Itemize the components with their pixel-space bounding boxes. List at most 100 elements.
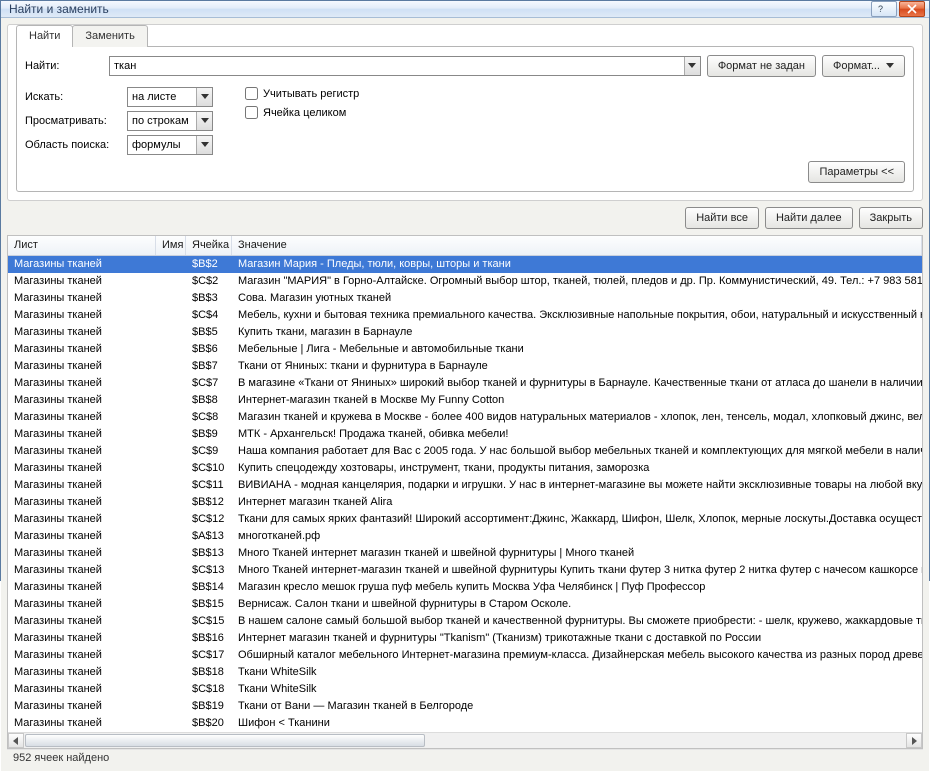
tab-replace[interactable]: Заменить — [72, 25, 147, 47]
table-row[interactable]: Магазины тканей$C$13Много Тканей интерне… — [8, 562, 922, 579]
status-bar: 952 ячеек найдено — [7, 749, 923, 767]
col-header-value[interactable]: Значение — [232, 236, 922, 255]
table-row[interactable]: Магазины тканей$C$18Ткани WhiteSilk — [8, 681, 922, 698]
cell-cell: $C$11 — [186, 477, 232, 494]
cell-value: Ткани от Вани — Магазин тканей в Белгоро… — [232, 698, 922, 715]
cell-sheet: Магазины тканей — [8, 273, 156, 290]
window-help-button[interactable]: ? — [871, 1, 897, 17]
window-close-button[interactable] — [899, 1, 925, 17]
cell-value: Сова. Магазин уютных тканей — [232, 290, 922, 307]
close-button[interactable]: Закрыть — [859, 207, 923, 229]
table-row[interactable]: Магазины тканей$B$3Сова. Магазин уютных … — [8, 290, 922, 307]
table-row[interactable]: Магазины тканей$C$9Наша компания работае… — [8, 443, 922, 460]
cell-cell: $C$8 — [186, 409, 232, 426]
horizontal-scrollbar[interactable] — [8, 732, 922, 748]
format-button[interactable]: Формат... — [822, 55, 905, 77]
cell-value: МТК - Архангельск! Продажа тканей, обивк… — [232, 426, 922, 443]
table-row[interactable]: Магазины тканей$B$20Шифон < Тканини — [8, 715, 922, 732]
scan-label: Просматривать: — [25, 115, 123, 127]
cell-name — [156, 494, 186, 511]
table-row[interactable]: Магазины тканей$B$7Ткани от Яниных: ткан… — [8, 358, 922, 375]
col-header-cell[interactable]: Ячейка — [186, 236, 232, 255]
cell-value: Мебельные | Лига - Мебельные и автомобил… — [232, 341, 922, 358]
cell-value: Интернет-магазин тканей в Москве My Funn… — [232, 392, 922, 409]
table-row[interactable]: Магазины тканей$B$18Ткани WhiteSilk — [8, 664, 922, 681]
table-row[interactable]: Магазины тканей$B$5Купить ткани, магазин… — [8, 324, 922, 341]
cell-name — [156, 341, 186, 358]
cell-cell: $C$17 — [186, 647, 232, 664]
cell-name — [156, 375, 186, 392]
cell-name — [156, 409, 186, 426]
table-row[interactable]: Магазины тканей$B$16Интернет магазин тка… — [8, 630, 922, 647]
cell-sheet: Магазины тканей — [8, 613, 156, 630]
cell-sheet: Магазины тканей — [8, 290, 156, 307]
scroll-right-arrow[interactable] — [906, 733, 922, 748]
cell-value: В магазине «Ткани от Яниных» широкий выб… — [232, 375, 922, 392]
find-all-button[interactable]: Найти все — [685, 207, 759, 229]
table-row[interactable]: Магазины тканей$C$7В магазине «Ткани от … — [8, 375, 922, 392]
table-row[interactable]: Магазины тканей$B$6Мебельные | Лига - Ме… — [8, 341, 922, 358]
table-row[interactable]: Магазины тканей$C$11ВИВИАНА - модная кан… — [8, 477, 922, 494]
cell-value: Магазин кресло мешок груша пуф мебель ку… — [232, 579, 922, 596]
whole-cell-checkbox[interactable]: Ячейка целиком — [245, 106, 359, 119]
cell-name — [156, 528, 186, 545]
search-input[interactable] — [109, 56, 701, 76]
cell-name — [156, 477, 186, 494]
table-row[interactable]: Магазины тканей$C$15В нашем салоне самый… — [8, 613, 922, 630]
table-row[interactable]: Магазины тканей$C$10Купить спецодежду хо… — [8, 460, 922, 477]
cell-sheet: Магазины тканей — [8, 698, 156, 715]
window-titlebar: Найти и заменить ? — [1, 1, 929, 18]
search-dropdown-arrow[interactable] — [684, 57, 700, 75]
table-row[interactable]: Магазины тканей$B$9МТК - Архангельск! Пр… — [8, 426, 922, 443]
col-header-name[interactable]: Имя — [156, 236, 186, 255]
table-row[interactable]: Магазины тканей$B$14Магазин кресло мешок… — [8, 579, 922, 596]
find-next-button[interactable]: Найти далее — [765, 207, 853, 229]
cell-sheet: Магазины тканей — [8, 477, 156, 494]
table-row[interactable]: Магазины тканей$C$17Обширный каталог меб… — [8, 647, 922, 664]
cell-value: Ткани WhiteSilk — [232, 681, 922, 698]
table-row[interactable]: Магазины тканей$B$12Интернет магазин тка… — [8, 494, 922, 511]
cell-sheet: Магазины тканей — [8, 426, 156, 443]
cell-sheet: Магазины тканей — [8, 494, 156, 511]
scroll-left-arrow[interactable] — [8, 733, 24, 748]
table-body[interactable]: Магазины тканей$B$2Магазин Мария - Пледы… — [8, 256, 922, 732]
cell-sheet: Магазины тканей — [8, 681, 156, 698]
cell-sheet: Магазины тканей — [8, 715, 156, 732]
tab-find[interactable]: Найти — [16, 25, 73, 47]
cell-cell: $C$12 — [186, 511, 232, 528]
col-header-sheet[interactable]: Лист — [8, 236, 156, 255]
table-row[interactable]: Магазины тканей$B$15Вернисаж. Салон ткан… — [8, 596, 922, 613]
table-row[interactable]: Магазины тканей$C$4Мебель, кухни и бытов… — [8, 307, 922, 324]
match-case-input[interactable] — [245, 87, 258, 100]
cell-cell: $B$7 — [186, 358, 232, 375]
cell-value: Обширный каталог мебельного Интернет-маг… — [232, 647, 922, 664]
cell-name — [156, 613, 186, 630]
table-row[interactable]: Магазины тканей$B$13Много Тканей интерне… — [8, 545, 922, 562]
cell-sheet: Магазины тканей — [8, 392, 156, 409]
format-not-set-button[interactable]: Формат не задан — [707, 55, 816, 77]
search-label: Найти: — [25, 60, 109, 72]
cell-name — [156, 256, 186, 273]
chevron-down-icon[interactable] — [196, 112, 212, 130]
cell-sheet: Магазины тканей — [8, 579, 156, 596]
cell-name — [156, 324, 186, 341]
chevron-down-icon[interactable] — [196, 136, 212, 154]
table-row[interactable]: Магазины тканей$B$19Ткани от Вани — Мага… — [8, 698, 922, 715]
table-row[interactable]: Магазины тканей$A$13многотканей.рф — [8, 528, 922, 545]
table-row[interactable]: Магазины тканей$B$8Интернет-магазин ткан… — [8, 392, 922, 409]
table-row[interactable]: Магазины тканей$B$2Магазин Мария - Пледы… — [8, 256, 922, 273]
cell-sheet: Магазины тканей — [8, 341, 156, 358]
chevron-down-icon[interactable] — [196, 88, 212, 106]
cell-sheet: Магазины тканей — [8, 324, 156, 341]
parameters-button[interactable]: Параметры << — [808, 161, 905, 183]
table-row[interactable]: Магазины тканей$C$8Магазин тканей и круж… — [8, 409, 922, 426]
cell-sheet: Магазины тканей — [8, 562, 156, 579]
search-in-label: Искать: — [25, 91, 123, 103]
cell-name — [156, 290, 186, 307]
scroll-thumb[interactable] — [25, 734, 425, 747]
cell-value: Наша компания работает для Вас с 2005 го… — [232, 443, 922, 460]
table-row[interactable]: Магазины тканей$C$12Ткани для самых ярки… — [8, 511, 922, 528]
table-row[interactable]: Магазины тканей$C$2Магазин "МАРИЯ" в Гор… — [8, 273, 922, 290]
whole-cell-input[interactable] — [245, 106, 258, 119]
match-case-checkbox[interactable]: Учитывать регистр — [245, 87, 359, 100]
